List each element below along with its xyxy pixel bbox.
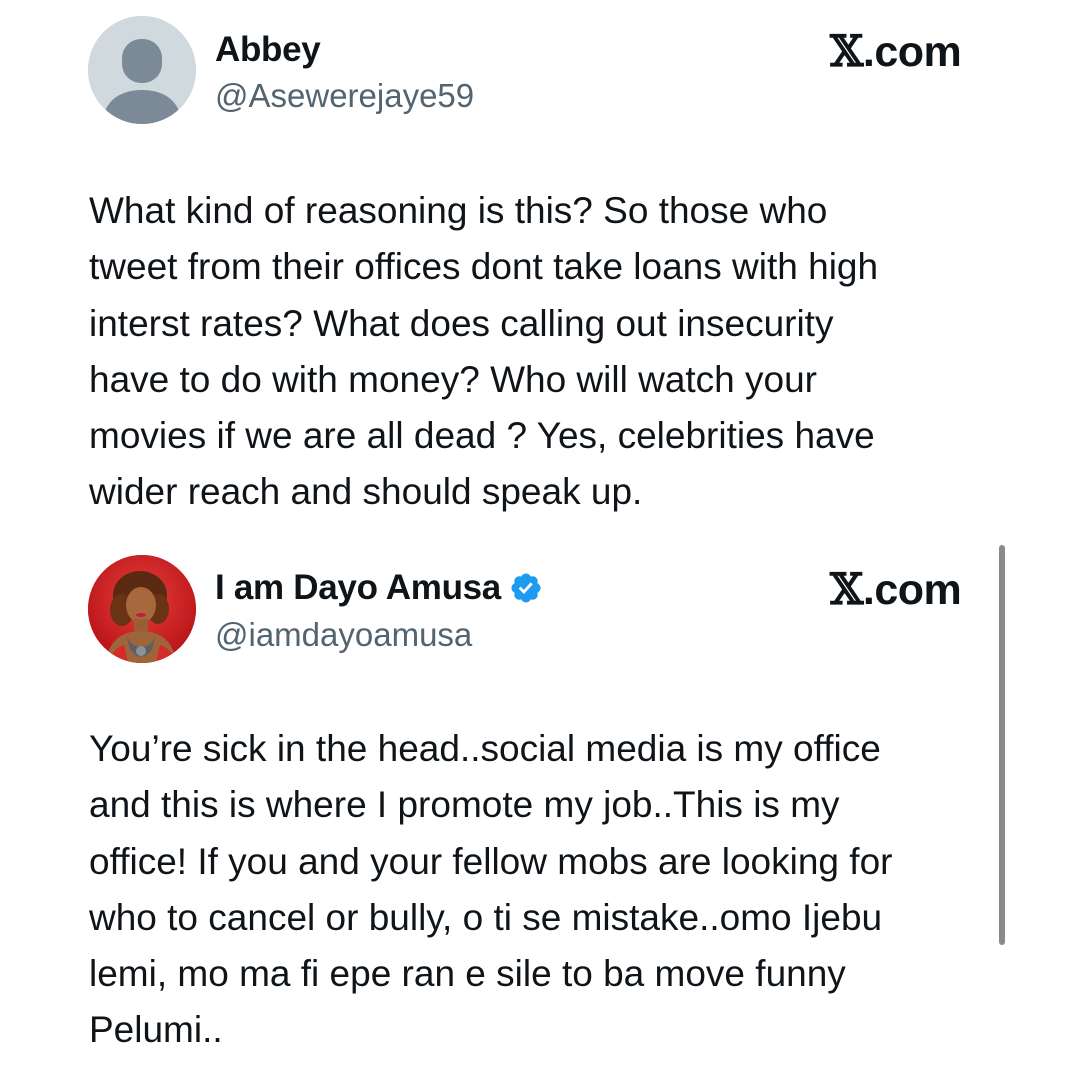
verified-badge-icon bbox=[511, 573, 541, 603]
tweet-body-line: wider reach and should speak up. bbox=[89, 471, 643, 513]
tweet-body-line: You’re sick in the head..social media is… bbox=[89, 728, 881, 769]
x-brand-label: 𝕏.com bbox=[830, 565, 962, 615]
tweet-body-line: have to do with money? Who will watch yo… bbox=[89, 358, 818, 400]
profile-photo-avatar[interactable] bbox=[88, 555, 196, 663]
tweet-body: What kind of reasoning is this? So those… bbox=[89, 183, 1019, 521]
tweet-body-line: and this is where I promote my job..This… bbox=[89, 784, 840, 826]
tweet-body-line: Pelumi.. bbox=[89, 1009, 223, 1051]
tweet-body-line: movies if we are all dead ? Yes, celebri… bbox=[89, 415, 875, 457]
x-logo-icon: 𝕏 bbox=[830, 565, 863, 615]
brand-suffix: .com bbox=[862, 28, 962, 76]
default-avatar-icon[interactable] bbox=[88, 16, 196, 124]
user-handle[interactable]: @iamdayoamusa bbox=[215, 616, 472, 654]
x-brand-label: 𝕏.com bbox=[830, 27, 962, 77]
tweet-body-line: who to cancel or bully, o ti se mistake.… bbox=[89, 896, 883, 938]
scrollbar[interactable] bbox=[999, 545, 1005, 945]
tweet-body-line: interst rates? What does calling out ins… bbox=[89, 302, 834, 344]
display-name-text[interactable]: Abbey bbox=[215, 30, 321, 70]
display-name[interactable]: Abbey bbox=[215, 30, 321, 70]
display-name[interactable]: I am Dayo Amusa bbox=[215, 568, 543, 608]
x-logo-icon: 𝕏 bbox=[830, 27, 863, 77]
tweet-body: You’re sick in the head..social media is… bbox=[89, 721, 1019, 1059]
user-handle[interactable]: @Asewerejaye59 bbox=[215, 77, 474, 115]
tweet-body-line: lemi, mo ma fi epe ran e sile to ba move… bbox=[89, 953, 846, 995]
tweet-body-line: What kind of reasoning is this? So those… bbox=[89, 190, 828, 231]
brand-suffix: .com bbox=[862, 566, 962, 614]
display-name-text[interactable]: I am Dayo Amusa bbox=[215, 568, 501, 608]
tweet-body-line: tweet from their offices dont take loans… bbox=[89, 246, 879, 288]
tweet-body-line: office! If you and your fellow mobs are … bbox=[89, 840, 893, 882]
